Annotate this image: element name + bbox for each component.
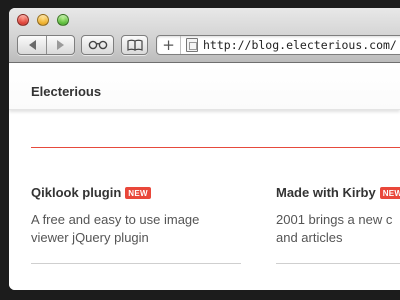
site-header: Electerious	[9, 64, 400, 110]
open-book-icon	[126, 39, 143, 51]
post-description-line: 2001 brings a new c	[276, 212, 393, 227]
post-title-text: Made with Kirby	[276, 185, 376, 200]
post-title-text: Qiklook plugin	[31, 185, 122, 200]
plus-icon: +	[162, 36, 175, 54]
glasses-icon	[88, 40, 107, 50]
back-button[interactable]	[18, 36, 46, 54]
back-forward-group	[17, 35, 75, 55]
post-title[interactable]: Qiklook plugin NEW	[31, 185, 151, 200]
post-description: A free and easy to use image viewer jQue…	[31, 211, 199, 247]
url-text[interactable]: http://blog.electerious.com/	[203, 38, 397, 52]
web-page: Electerious Qiklook plugin NEW A free an…	[9, 64, 400, 290]
bookmarks-button[interactable]	[121, 35, 148, 55]
new-badge: NEW	[379, 186, 400, 199]
browser-toolbar: + http://blog.electerious.com/	[9, 8, 400, 63]
close-window-button[interactable]	[17, 14, 29, 26]
post-description: 2001 brings a new c and articles	[276, 211, 392, 247]
zoom-window-button[interactable]	[57, 14, 69, 26]
accent-divider	[31, 147, 400, 148]
post-description-line: and articles	[276, 230, 343, 245]
back-arrow-icon	[28, 40, 36, 50]
minimize-window-button[interactable]	[37, 14, 49, 26]
new-badge: NEW	[125, 186, 151, 199]
reading-list-button[interactable]	[81, 35, 114, 55]
forward-button[interactable]	[46, 36, 74, 54]
post-divider	[276, 263, 400, 264]
add-bookmark-button[interactable]: +	[157, 36, 181, 54]
post-divider	[31, 263, 241, 264]
site-title[interactable]: Electerious	[31, 84, 101, 99]
post-title[interactable]: Made with Kirby NEW	[276, 185, 400, 200]
forward-arrow-icon	[57, 40, 64, 50]
browser-window: + http://blog.electerious.com/ Electerio…	[9, 8, 400, 290]
address-bar[interactable]: + http://blog.electerious.com/	[156, 35, 400, 55]
post-description-line: viewer jQuery plugin	[31, 230, 149, 245]
page-icon	[186, 38, 198, 52]
post-description-line: A free and easy to use image	[31, 212, 200, 227]
